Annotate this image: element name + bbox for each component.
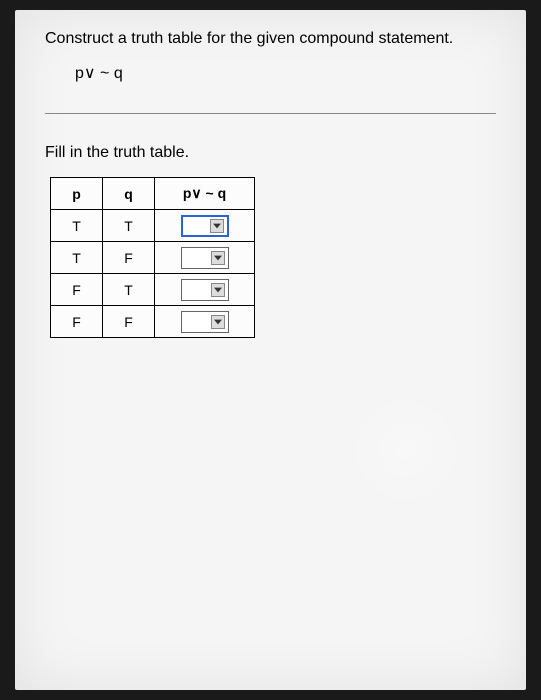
cell-p: F: [51, 274, 103, 306]
cell-p: F: [51, 306, 103, 338]
header-p: p: [51, 178, 103, 210]
table-row: F T: [51, 274, 255, 306]
cell-q: F: [103, 242, 155, 274]
compound-expression: p∨ ~ q: [75, 63, 496, 83]
worksheet-page: Construct a truth table for the given co…: [15, 10, 526, 690]
chevron-down-icon: [211, 315, 225, 329]
table-header-row: p q p∨ ~ q: [51, 178, 255, 210]
cell-q: T: [103, 210, 155, 242]
truth-table: p q p∨ ~ q T T T F: [50, 177, 255, 338]
instruction-text: Construct a truth table for the given co…: [45, 30, 496, 48]
result-dropdown[interactable]: [181, 311, 229, 333]
subinstruction-text: Fill in the truth table.: [45, 144, 496, 162]
cell-result: [155, 210, 255, 242]
cell-p: T: [51, 210, 103, 242]
chevron-down-icon: [210, 219, 224, 233]
result-dropdown[interactable]: [181, 247, 229, 269]
result-dropdown[interactable]: [181, 215, 229, 237]
cell-q: F: [103, 306, 155, 338]
cell-result: [155, 306, 255, 338]
chevron-down-icon: [211, 251, 225, 265]
section-divider: [45, 113, 496, 114]
table-row: F F: [51, 306, 255, 338]
cell-q: T: [103, 274, 155, 306]
table-row: T T: [51, 210, 255, 242]
cell-p: T: [51, 242, 103, 274]
cell-result: [155, 274, 255, 306]
table-row: T F: [51, 242, 255, 274]
header-q: q: [103, 178, 155, 210]
header-result: p∨ ~ q: [155, 178, 255, 210]
result-dropdown[interactable]: [181, 279, 229, 301]
chevron-down-icon: [211, 283, 225, 297]
cell-result: [155, 242, 255, 274]
